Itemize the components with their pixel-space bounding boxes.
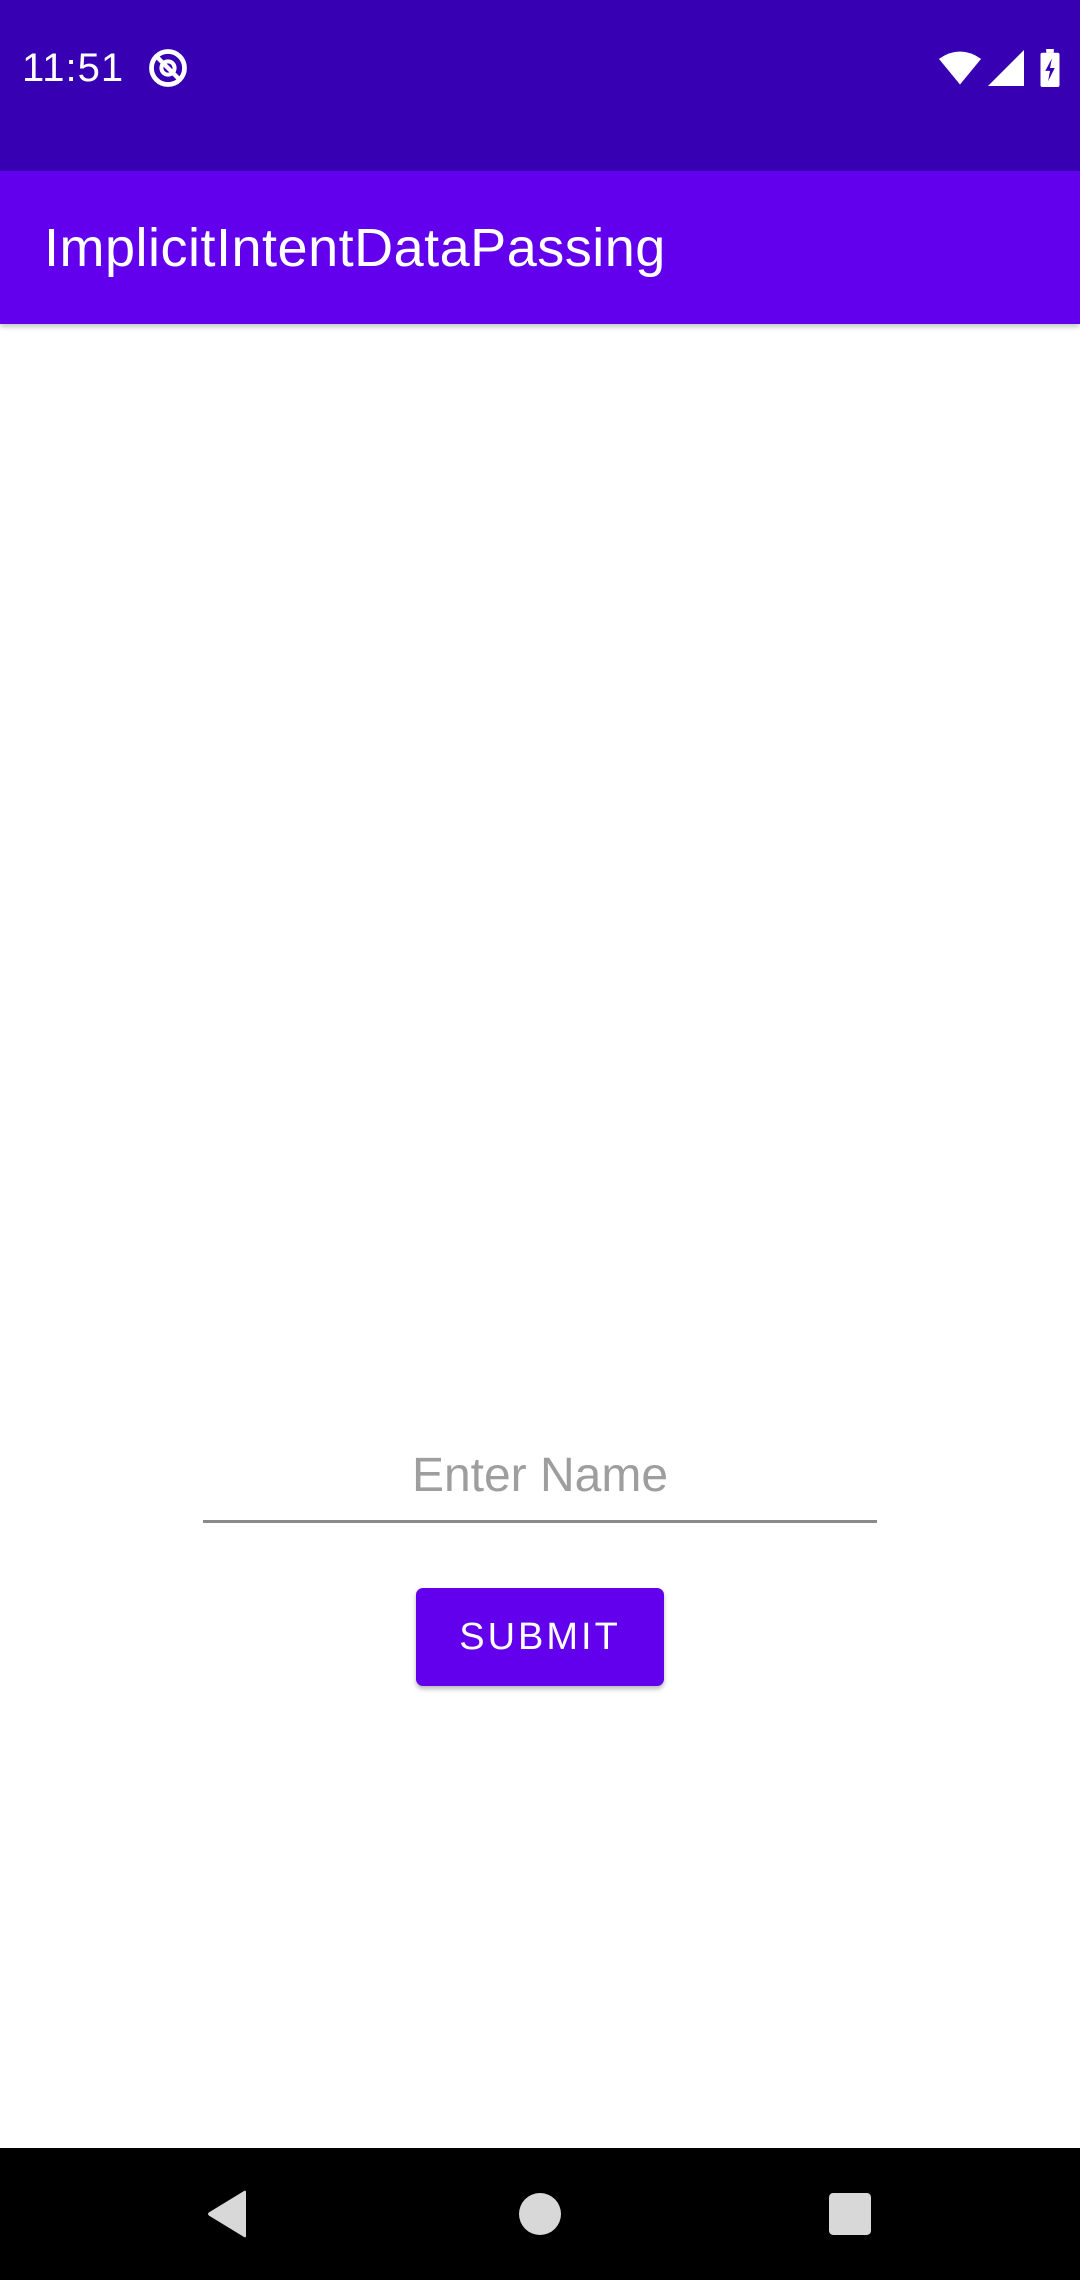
app-title: ImplicitIntentDataPassing <box>44 218 666 278</box>
home-icon <box>519 2193 561 2235</box>
back-button[interactable] <box>192 2178 264 2250</box>
app-bar: ImplicitIntentDataPassing <box>0 171 1080 324</box>
status-time: 11:51 <box>22 46 125 90</box>
status-bar: 11:51 <box>0 0 1080 171</box>
main-content: SUBMIT <box>0 324 1080 2148</box>
back-icon <box>208 2190 246 2238</box>
home-button[interactable] <box>504 2178 576 2250</box>
status-icons <box>938 48 1062 88</box>
recents-button[interactable] <box>814 2178 886 2250</box>
battery-charging-icon <box>1040 49 1060 87</box>
name-input[interactable] <box>203 1430 877 1523</box>
do-not-disturb-icon <box>149 49 187 87</box>
submit-button[interactable]: SUBMIT <box>416 1588 664 1686</box>
signal-icon <box>988 50 1024 86</box>
navigation-bar <box>0 2148 1080 2280</box>
app-screen: 11:51 ImplicitIntentDataPassing SUBMIT <box>0 0 1080 2280</box>
wifi-icon <box>938 51 982 85</box>
recents-icon <box>829 2193 871 2235</box>
